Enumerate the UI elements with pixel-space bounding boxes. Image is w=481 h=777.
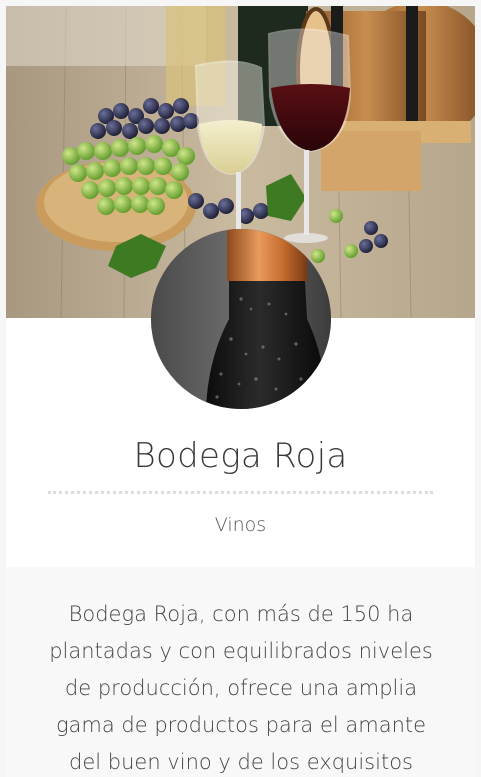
business-profile-page: Bodega Roja Vinos Bodega Roja, con más d… — [0, 0, 481, 777]
dotted-divider — [48, 491, 433, 494]
business-description: Bodega Roja, con más de 150 ha plantadas… — [49, 602, 433, 774]
business-logo-avatar — [151, 229, 331, 409]
wine-bottle-photo — [151, 229, 331, 409]
business-name: Bodega Roja — [133, 436, 348, 476]
business-category: Vinos — [214, 514, 267, 536]
